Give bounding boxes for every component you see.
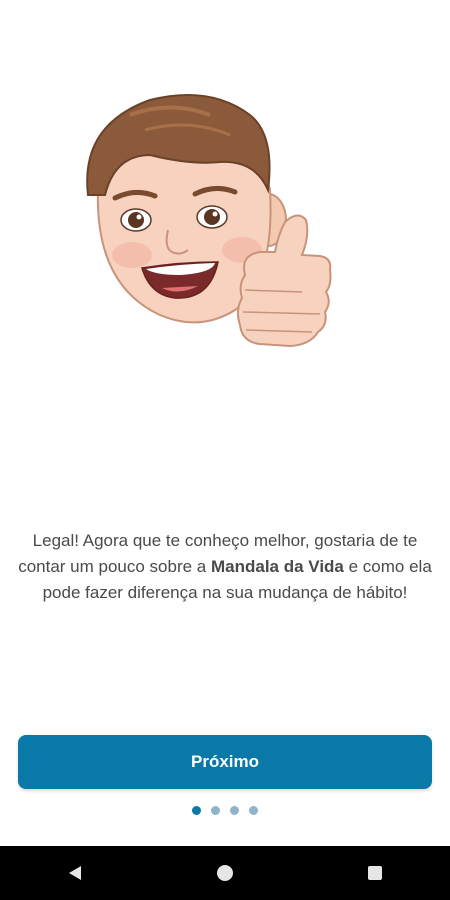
recents-button[interactable] xyxy=(355,853,395,893)
circle-home-icon xyxy=(217,865,233,881)
page-indicator xyxy=(0,806,450,818)
page-dot-1[interactable] xyxy=(192,806,201,815)
page-dot-4[interactable] xyxy=(249,806,258,815)
page-dot-3[interactable] xyxy=(230,806,239,815)
triangle-back-icon xyxy=(69,866,81,880)
onboarding-message: Legal! Agora que te conheço melhor, gost… xyxy=(18,528,432,606)
next-button-label: Próximo xyxy=(190,752,260,771)
home-button[interactable] xyxy=(205,853,245,893)
message-text-bold: Mandala da Vida xyxy=(210,557,344,576)
page-dot-2[interactable] xyxy=(211,806,220,815)
avatar-thumbs-up-illustration xyxy=(70,70,350,370)
back-button[interactable] xyxy=(55,853,95,893)
system-navigation-bar xyxy=(0,846,450,900)
square-recents-icon xyxy=(368,866,382,880)
next-button[interactable]: Próximo xyxy=(18,735,432,789)
